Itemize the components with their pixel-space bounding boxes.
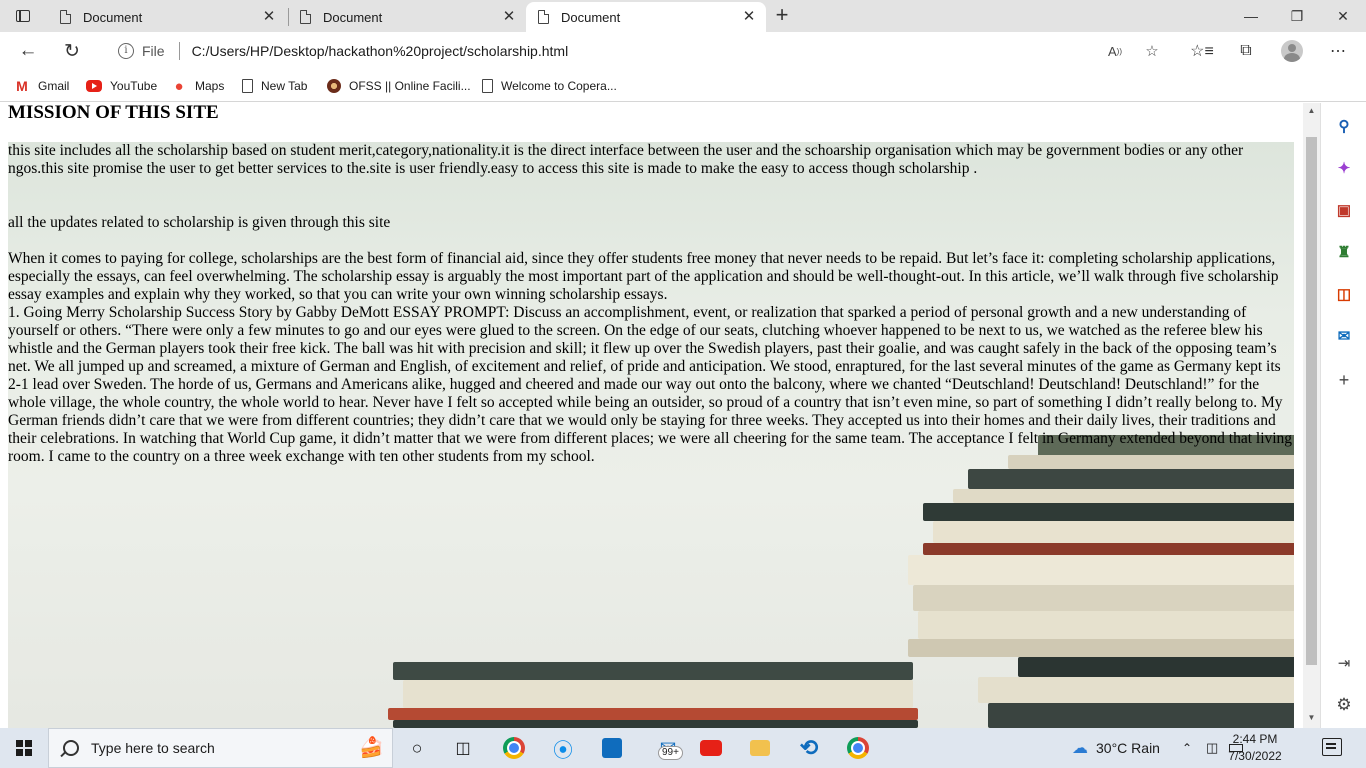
page-content: MISSION OF THIS SITE this site includes … — [8, 103, 1294, 466]
tab-title: Document — [83, 9, 143, 25]
favorite-label: YouTube — [110, 79, 158, 93]
intro-paragraph: this site includes all the scholarship b… — [8, 142, 1244, 177]
refresh-button[interactable]: ↻ — [58, 38, 86, 64]
close-tab-icon[interactable]: ✕ — [260, 8, 278, 26]
scroll-down-arrow-icon[interactable]: ▼ — [1303, 710, 1320, 726]
favorite-maps[interactable]: ● Maps — [171, 76, 224, 96]
task-view-icon[interactable]: ◫ — [448, 734, 478, 762]
clock-time: 2:44 PM — [1232, 732, 1278, 746]
page-icon — [242, 79, 253, 93]
system-clock[interactable]: 2:44 PM 7/30/2022 — [1228, 731, 1282, 765]
games-icon[interactable]: ♜ — [1333, 241, 1355, 263]
favorites-icon[interactable]: ☆≡ — [1188, 39, 1216, 63]
start-button[interactable] — [0, 728, 48, 768]
favorite-label: Gmail — [38, 79, 70, 93]
favorite-ofss[interactable]: OFSS || Online Facili... — [327, 76, 471, 96]
scroll-thumb[interactable] — [1306, 137, 1317, 665]
favorite-youtube[interactable]: YouTube — [86, 76, 157, 96]
search-highlight-icon: 🍰 — [359, 737, 384, 759]
windows-logo-icon — [16, 740, 32, 756]
edge-sidebar: ⚲ ✦ ▣ ♜ ◫ ✉ + ⇥ ⚙ — [1320, 103, 1366, 728]
favorite-new-tab[interactable]: New Tab — [242, 76, 307, 96]
scroll-up-arrow-icon[interactable]: ▲ — [1303, 103, 1320, 119]
close-tab-icon[interactable]: ✕ — [500, 8, 518, 26]
tab-document-2[interactable]: Document ✕ — [288, 2, 526, 32]
tab-actions-icon[interactable] — [12, 6, 34, 26]
updates-paragraph: all the updates related to scholarship i… — [8, 214, 391, 231]
discover-icon[interactable]: ✦ — [1333, 157, 1355, 179]
file-explorer-icon[interactable] — [745, 734, 775, 762]
address-toolbar: ← ↻ i File C:/Users/HP/Desktop/hackathon… — [0, 32, 1366, 70]
maps-icon: ● — [174, 77, 184, 95]
hide-sidebar-icon[interactable]: ⇥ — [1333, 652, 1355, 674]
favorite-label: Maps — [195, 79, 225, 93]
info-icon[interactable]: i — [118, 43, 134, 59]
youtube-icon — [86, 80, 102, 92]
store-taskbar-icon[interactable] — [597, 734, 627, 762]
weather-widget[interactable]: ☁ 30°C Rain — [1072, 728, 1160, 768]
page-title: MISSION OF THIS SITE — [8, 103, 219, 123]
close-window-button[interactable]: ✕ — [1320, 0, 1366, 32]
page-icon — [300, 10, 311, 24]
ofss-icon — [327, 79, 341, 93]
address-bar[interactable]: i File C:/Users/HP/Desktop/hackathon%20p… — [100, 35, 1175, 67]
profile-avatar[interactable] — [1281, 40, 1303, 62]
read-aloud-icon[interactable]: A)) — [1104, 41, 1126, 61]
collections-icon[interactable]: ⧉ — [1232, 39, 1260, 63]
gmail-icon: M — [16, 78, 28, 94]
more-options-icon[interactable]: ⋯ — [1324, 39, 1352, 63]
favorite-label: New Tab — [261, 79, 308, 93]
show-hidden-icons-icon[interactable]: ⌃ — [1182, 728, 1192, 768]
tools-icon[interactable]: ▣ — [1333, 199, 1355, 221]
search-icon[interactable]: ⚲ — [1333, 115, 1355, 137]
chrome-taskbar-icon[interactable] — [499, 734, 529, 762]
edge-taskbar-icon[interactable]: ⦿ — [548, 734, 578, 762]
vertical-scrollbar[interactable]: ▲ ▼ — [1303, 103, 1320, 728]
tab-strip: Document ✕ Document ✕ Document ✕ + — ❐ ✕ — [0, 0, 1366, 32]
scheme-label: File — [142, 43, 165, 59]
tab-document-1[interactable]: Document ✕ — [48, 2, 286, 32]
new-tab-button[interactable]: + — [771, 4, 793, 27]
close-tab-icon[interactable]: ✕ — [740, 8, 758, 26]
page-viewport: MISSION OF THIS SITE this site includes … — [0, 103, 1303, 728]
address-separator — [178, 42, 180, 60]
search-icon — [63, 740, 79, 756]
settings-gear-icon[interactable]: ⚙ — [1333, 694, 1355, 716]
favorite-label: OFSS || Online Facili... — [349, 79, 471, 93]
weather-text: 30°C Rain — [1096, 740, 1160, 756]
favorite-label: Welcome to Copera... — [501, 79, 617, 93]
article-paragraph: When it comes to paying for college, sch… — [8, 250, 1279, 303]
rain-cloud-icon: ☁ — [1072, 740, 1088, 757]
search-placeholder: Type here to search — [91, 740, 215, 756]
taskbar-search-box[interactable]: Type here to search 🍰 — [48, 728, 393, 768]
mail-taskbar-icon[interactable]: ✉ 99+ — [648, 734, 688, 762]
notification-center-icon[interactable] — [1322, 738, 1342, 756]
essay-paragraph: 1. Going Merry Scholarship Success Story… — [8, 304, 1293, 465]
page-icon — [482, 79, 493, 93]
url-text[interactable]: C:/Users/HP/Desktop/hackathon%20project/… — [192, 43, 569, 59]
tab-document-3[interactable]: Document ✕ — [526, 2, 766, 32]
mail-badge: 99+ — [658, 746, 683, 760]
back-button[interactable]: ← — [14, 38, 42, 64]
favorites-bar: M Gmail YouTube ● Maps New Tab OFSS || O… — [0, 70, 1366, 102]
windows-taskbar: Type here to search 🍰 ○ ◫ ⦿ ✉ 99+ ⟲ ☁ 30… — [0, 728, 1366, 768]
tab-title: Document — [561, 9, 621, 25]
clock-date: 7/30/2022 — [1228, 749, 1282, 763]
cortana-icon[interactable]: ○ — [402, 734, 432, 762]
favorite-copera[interactable]: Welcome to Copera... — [482, 76, 617, 96]
chrome-taskbar-icon-2[interactable] — [843, 734, 873, 762]
restore-button[interactable]: ❐ — [1274, 0, 1320, 32]
office-icon[interactable]: ◫ — [1333, 283, 1355, 305]
youtube-taskbar-icon[interactable] — [696, 734, 726, 762]
add-sidebar-app-icon[interactable]: + — [1333, 369, 1355, 391]
minimize-button[interactable]: — — [1228, 0, 1274, 32]
outlook-icon[interactable]: ✉ — [1333, 325, 1355, 347]
favorite-gmail[interactable]: M Gmail — [14, 76, 69, 96]
page-icon — [538, 10, 549, 24]
vscode-taskbar-icon[interactable]: ⟲ — [794, 734, 824, 762]
tab-title: Document — [323, 9, 383, 25]
page-icon — [60, 10, 71, 24]
network-icon[interactable]: ◫ — [1206, 728, 1218, 768]
add-favorite-icon[interactable]: ☆ — [1141, 41, 1163, 61]
